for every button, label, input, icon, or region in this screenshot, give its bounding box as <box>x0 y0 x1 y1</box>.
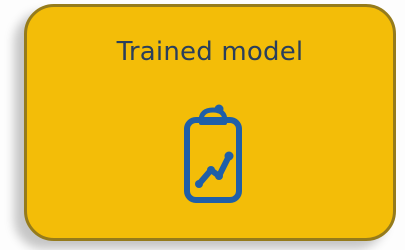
clipboard-chart-icon <box>184 104 242 203</box>
diagram-canvas: Trained model <box>0 0 405 250</box>
node-title: Trained model <box>116 37 304 67</box>
trained-model-node[interactable]: Trained model <box>24 4 396 241</box>
